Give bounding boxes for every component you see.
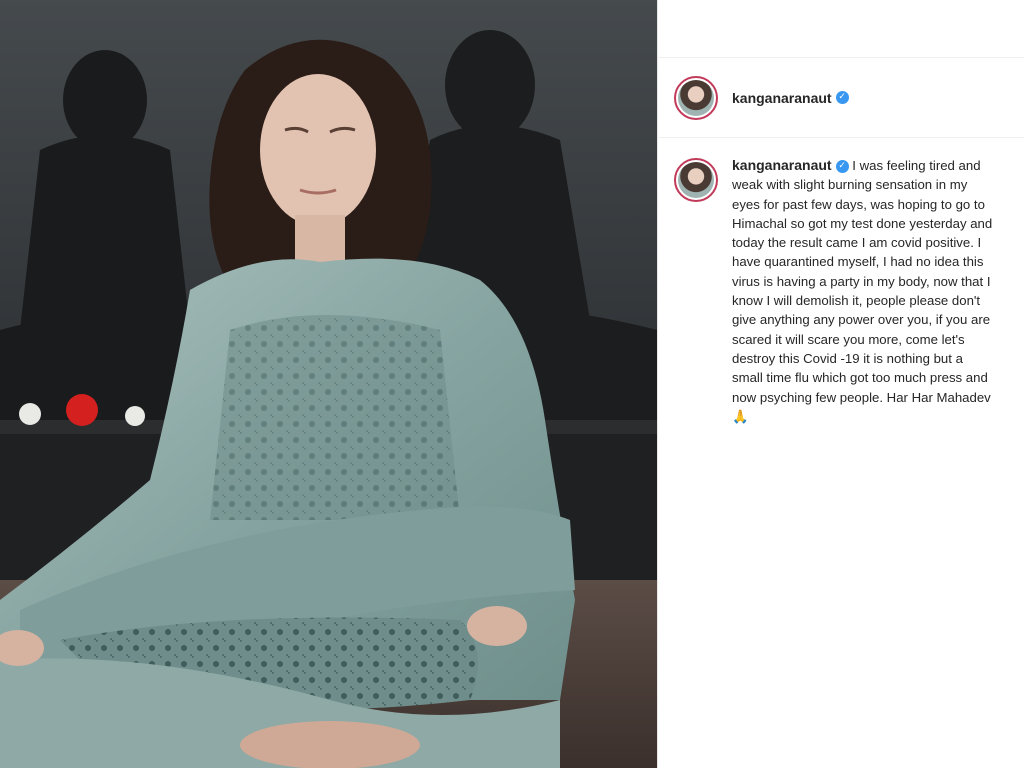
avatar-image (678, 162, 714, 198)
caption-text: I was feeling tired and weak with slight… (732, 158, 993, 424)
caption-body: kanganaranaut ✓ I was feeling tired and w… (732, 156, 997, 426)
meditating-woman-image (0, 0, 657, 768)
caption-avatar[interactable] (674, 158, 718, 202)
verified-badge-icon: ✓ (835, 160, 849, 174)
avatar-image (678, 79, 714, 116)
post-header: kanganaranaut ✓ (658, 58, 1024, 138)
verified-badge-icon: ✓ (835, 91, 849, 104)
header-username[interactable]: kanganaranaut (732, 90, 832, 106)
post-photo[interactable] (0, 0, 657, 768)
post-side-panel: kanganaranaut ✓ kanganaranaut ✓ I was fee… (657, 0, 1024, 768)
panel-top-spacer (658, 0, 1024, 58)
caption-username[interactable]: kanganaranaut (732, 157, 832, 173)
profile-avatar[interactable] (674, 75, 718, 120)
caption-comment: kanganaranaut ✓ I was feeling tired and w… (658, 138, 1024, 426)
instagram-post-screenshot: kanganaranaut ✓ kanganaranaut ✓ I was fee… (0, 0, 1024, 768)
